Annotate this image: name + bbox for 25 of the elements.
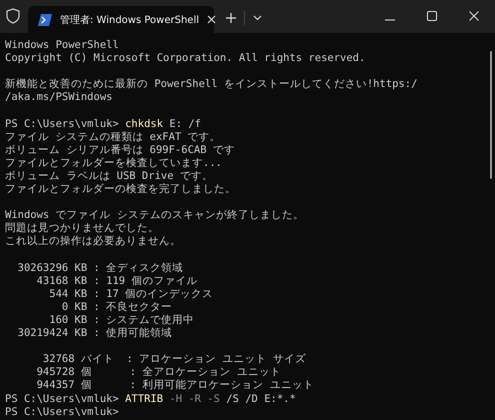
terminal-line: これ以上の操作は必要ありません。	[5, 235, 182, 248]
terminal-line: Windows でファイル システムのスキャンが終了しました。	[5, 209, 305, 222]
terminal-tab[interactable]: 管理者: Windows PowerShell	[28, 6, 214, 33]
terminal-line: 問題は見つかりませんでした。	[5, 222, 160, 235]
terminal-line: 30263296 KB : 全ディスク領域	[16, 262, 184, 275]
terminal-line: ファイル システムの種類は exFAT です。	[5, 130, 222, 144]
terminal-line: 0 KB : 不良セクター	[60, 300, 174, 314]
terminal-line: ボリューム シリアル番号は 699F-6CAB です	[5, 144, 236, 157]
terminal-line: ボリューム ラベルは USB Drive です。	[5, 170, 214, 183]
terminal-line: 30219424 KB : 使用可能領域	[16, 327, 174, 340]
terminal-line: 160 KB : システムで使用中	[48, 314, 196, 327]
terminal-line: ファイルとフォルダーを検査しています...	[5, 156, 223, 170]
terminal-line: 新機能と改善のために最新の PowerShell をインストールしてください!https:/	[5, 78, 418, 92]
terminal-line: Windows PowerShell	[5, 39, 120, 52]
terminal-line: Copyright (C) Microsoft Corporation. All rights reserved.	[5, 52, 366, 66]
terminal-line: PS C:\Users\vmluk> chkdsk E: /f	[5, 118, 202, 131]
terminal-line: 945728 個 : 全アロケーション ユニット	[36, 366, 282, 380]
terminal-line: 43168 KB : 119 個のファイル	[36, 274, 198, 288]
terminal-line: 944357 個 : 利用可能アロケーション ユニット	[36, 379, 315, 393]
terminal-line: PS C:\Users\vmluk> ATTRIB -H -R -S /S /D E:*.*	[5, 392, 297, 406]
terminal-line: /aka.ms/PSWindows	[5, 91, 114, 104]
terminal-line: ファイルとフォルダーの検査を完了しました。	[5, 183, 237, 196]
terminal-line: 32768 バイト : アロケーション ユニット サイズ	[42, 353, 307, 366]
terminal-line: 544 KB : 17 個のインデックス	[48, 288, 214, 301]
terminal-line: PS C:\Users\vmluk>	[5, 406, 120, 419]
